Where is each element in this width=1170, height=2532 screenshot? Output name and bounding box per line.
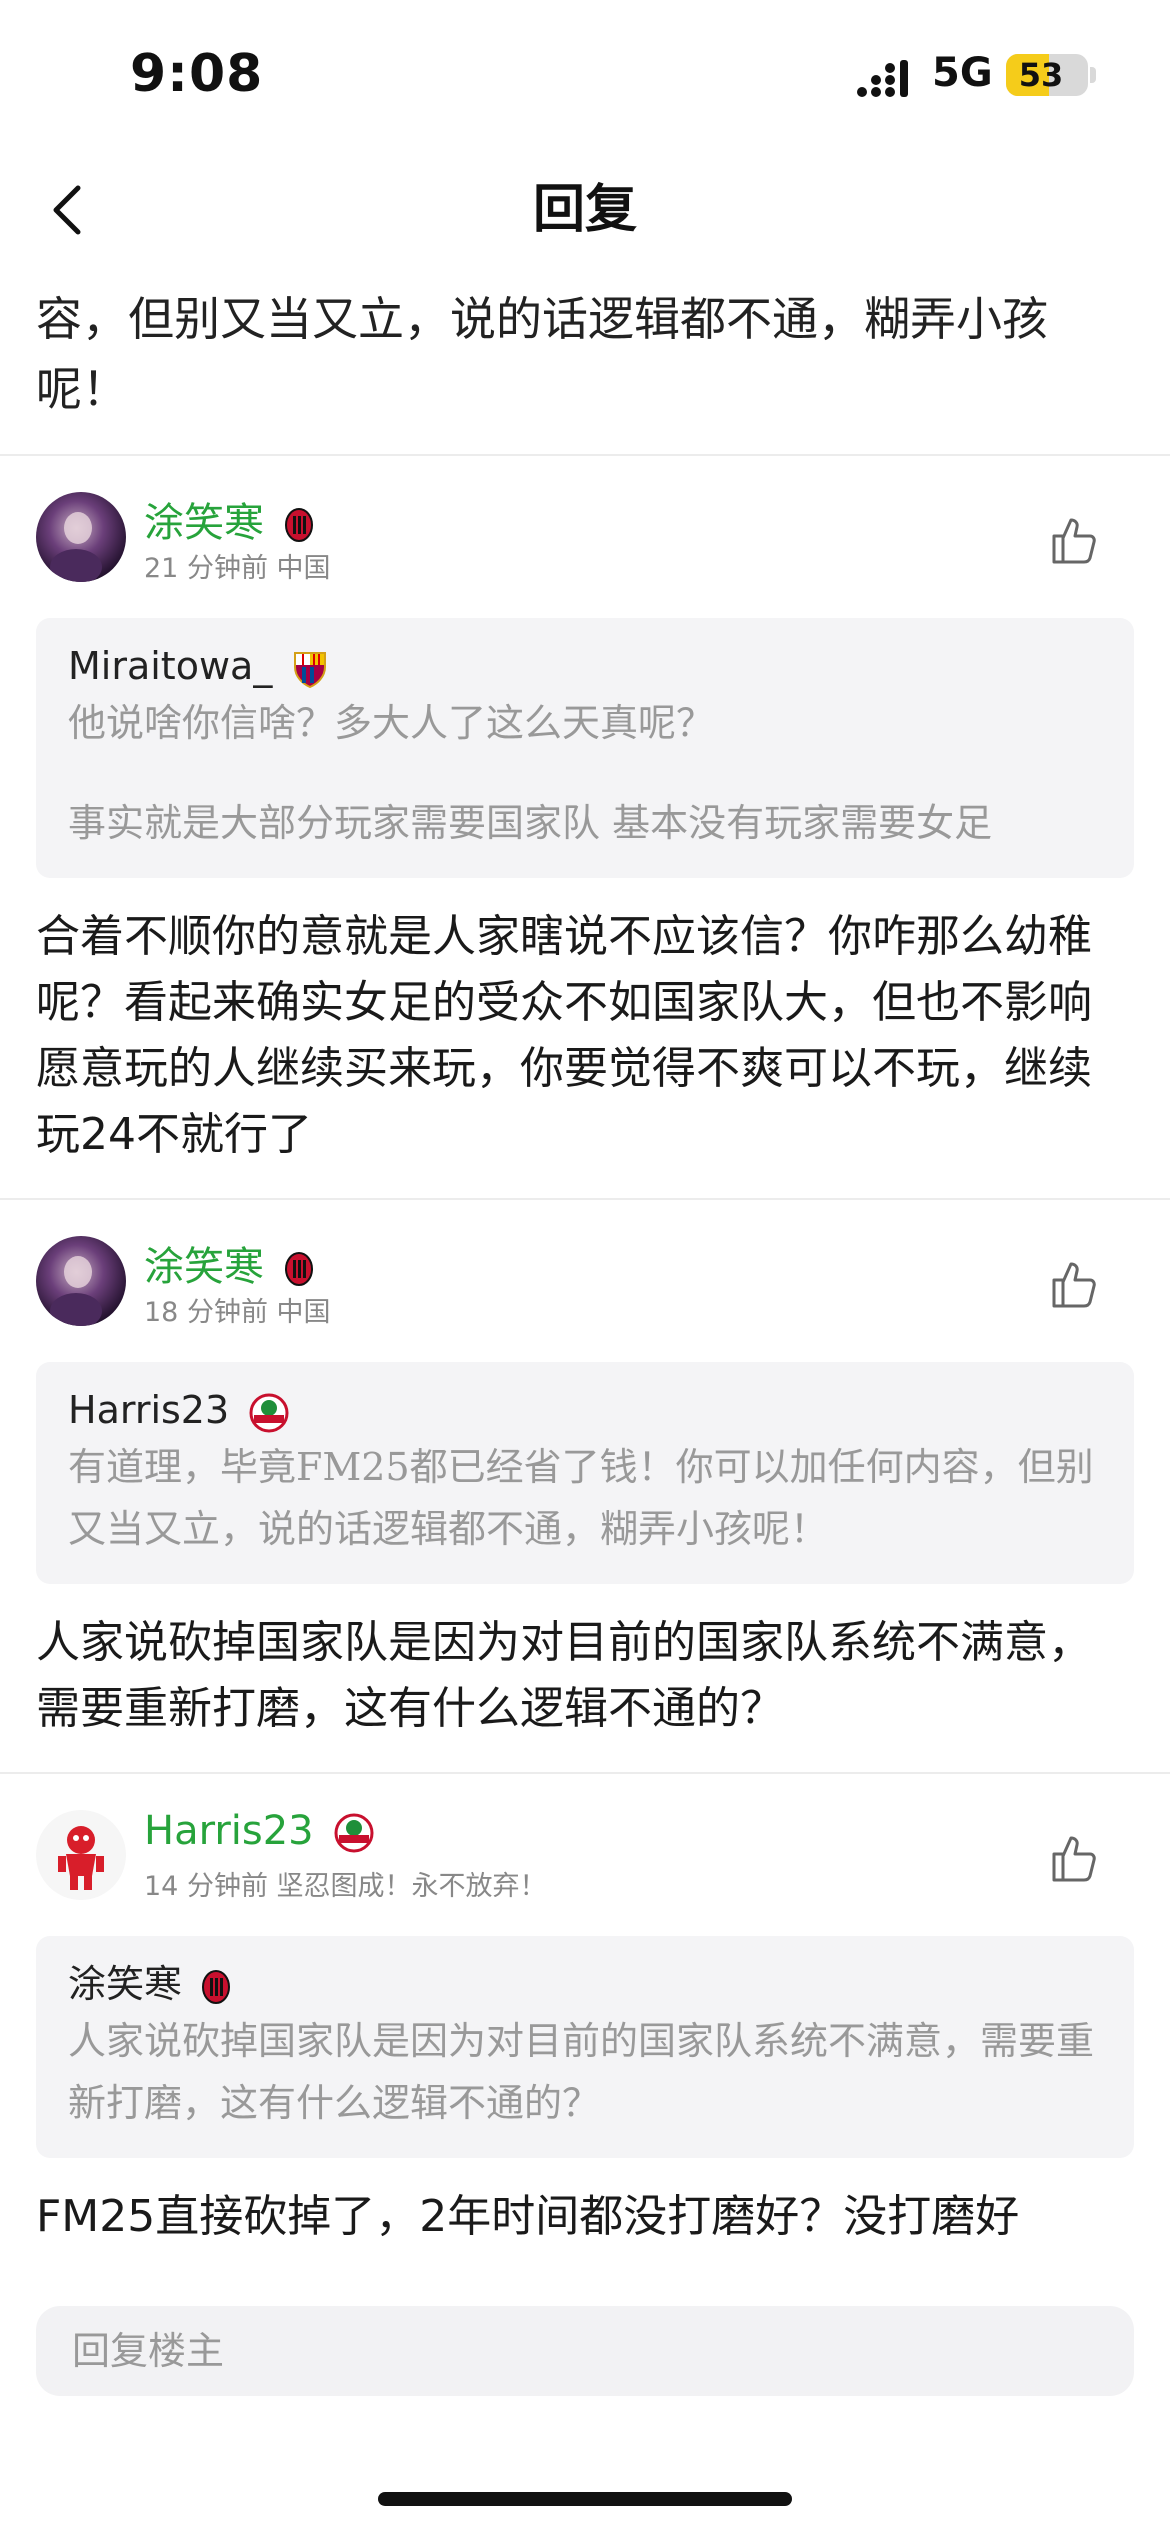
battery-cap xyxy=(1090,67,1096,83)
reply-item: Harris23 14 分钟前 坚忍图成！永不放弃！ 涂笑寒 人家说砍掉国家队是… xyxy=(0,1774,1170,2280)
quoted-text: 他说啥你信啥？多大人了这么天真呢？ xyxy=(68,701,715,745)
avatar[interactable] xyxy=(36,1236,126,1326)
reply-text: FM25直接砍掉了，2年时间都没打磨好？没打磨好 xyxy=(36,2191,1020,2242)
reply-input[interactable]: 回复楼主 xyxy=(36,2306,1134,2396)
quoted-comment[interactable]: Harris23 有道理，毕竟FM25都已经省了钱！你可以加任何内容，但别又当又… xyxy=(36,1362,1134,1584)
reply-text: 合着不顺你的意就是人家瞎说不应该信？你咋那么幼稚呢？看起来确实女足的受众不如国家… xyxy=(36,911,1092,1160)
reply-meta: 14 分钟前 坚忍图成！永不放弃！ xyxy=(144,1871,547,1902)
reply-meta: 18 分钟前 中国 xyxy=(144,1297,331,1328)
quoted-comment[interactable]: Miraitowa_ 他说啥你信啥？多大人了这么天真呢？ 事实就是大部分玩家需要… xyxy=(36,618,1134,878)
ac-milan-badge-icon xyxy=(202,1969,231,2004)
quoted-user: Miraitowa_ xyxy=(68,640,1102,692)
quoted-text: 事实就是大部分玩家需要国家队 基本没有玩家需要女足 xyxy=(68,801,993,845)
henan-fc-badge-icon xyxy=(249,1393,289,1432)
username[interactable]: 涂笑寒 xyxy=(144,490,313,548)
quoted-user: 涂笑寒 xyxy=(68,1958,1102,2010)
fc-barcelona-badge-icon xyxy=(294,651,327,688)
page-title: 回复 xyxy=(532,180,637,240)
username[interactable]: 涂笑寒 xyxy=(144,1234,313,1292)
thumbs-up-icon[interactable] xyxy=(1050,1258,1102,1310)
battery-level: 53 xyxy=(1018,56,1064,94)
thumbs-up-icon[interactable] xyxy=(1050,514,1102,566)
reply-meta: 21 分钟前 中国 xyxy=(144,553,331,584)
quoted-comment[interactable]: 涂笑寒 人家说砍掉国家队是因为对目前的国家队系统不满意，需要重新打磨，这有什么逻… xyxy=(36,1936,1134,2158)
reply-item: 涂笑寒 18 分钟前 中国 Harris23 有道理，毕竟FM25都已经省了钱！… xyxy=(0,1200,1170,1772)
reply-thread: 容，但别又当又立，说的话逻辑都不通，糊弄小孩呢！ 涂笑寒 21 分钟前 中国 M… xyxy=(0,270,1170,2280)
reply-input-placeholder: 回复楼主 xyxy=(72,2329,225,2373)
parent-comment-tail: 容，但别又当又立，说的话逻辑都不通，糊弄小孩呢！ xyxy=(36,292,1048,416)
quoted-text: 有道理，毕竟FM25都已经省了钱！你可以加任何内容，但别又当又立，说的话逻辑都不… xyxy=(68,1445,1094,1551)
quoted-text: 人家说砍掉国家队是因为对目前的国家队系统不满意，需要重新打磨，这有什么逻辑不通的… xyxy=(68,2019,1095,2125)
avatar[interactable] xyxy=(36,1810,126,1900)
reply-text: 人家说砍掉国家队是因为对目前的国家队系统不满意，需要重新打磨，这有什么逻辑不通的… xyxy=(36,1617,1092,1734)
home-indicator[interactable] xyxy=(378,2492,792,2506)
network-type: 5G xyxy=(932,50,993,96)
battery-icon: 53 xyxy=(1006,54,1088,96)
ac-milan-badge-icon xyxy=(284,508,313,542)
avatar[interactable] xyxy=(36,492,126,582)
signal-icon xyxy=(857,60,908,97)
nav-bar: 回复 xyxy=(0,150,1170,270)
chevron-left-icon[interactable] xyxy=(40,180,100,240)
status-bar: 9:08 5G 53 xyxy=(0,0,1170,150)
quoted-user: Harris23 xyxy=(68,1384,1102,1436)
henan-fc-badge-icon xyxy=(334,1813,374,1853)
ac-milan-badge-icon xyxy=(284,1252,313,1286)
status-time: 9:08 xyxy=(130,44,264,104)
reply-item: 涂笑寒 21 分钟前 中国 Miraitowa_ 他说啥你信啥？多大人了这么天真… xyxy=(0,456,1170,1198)
username[interactable]: Harris23 xyxy=(144,1808,374,1854)
thumbs-up-icon[interactable] xyxy=(1050,1832,1102,1884)
